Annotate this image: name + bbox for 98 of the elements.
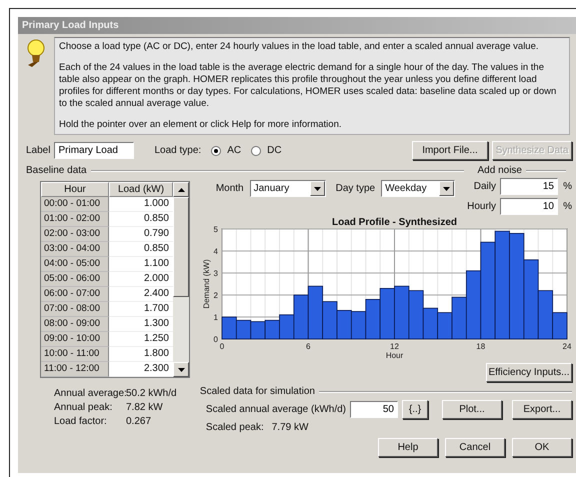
x-tick-label: 18 [476,342,486,351]
down-arrow-icon [314,186,321,190]
hour-cell: 11:00 - 12:00 [41,362,109,377]
hour-cell: 06:00 - 07:00 [41,287,109,302]
x-axis-label: Hour [386,351,403,360]
column-header: Load (kW) [109,182,173,197]
y-tick-label: 4 [213,247,218,256]
info-text: Each of the 24 values in the load table is the average electric demand for a single hour of the day. The values in the table also appear on the graph. HOMER replicates this profile throughout the year unless you define different load profiles for different months or day types. For calculations, HOMER uses scaled data: baseline data scaled up or down to the scaled annual average value. [59,62,558,110]
percent-unit: % [563,181,572,192]
import-button[interactable]: Import File... [412,141,488,160]
chart-bar [336,310,352,340]
stat-value: 7.82 kW [126,402,164,413]
noise-caption: Daily [474,181,496,192]
y-tick-label: 1 [213,313,218,322]
chart-bar [264,320,280,340]
info-text: Choose a load type (AC or DC), enter 24 hourly values in the load table, and enter a scaled annual average value. [59,41,540,53]
radio-button[interactable] [251,146,262,156]
hour-cell: 08:00 - 09:00 [41,317,109,332]
noise-field[interactable]: 15 [500,178,558,195]
scaled-average-caption: Scaled annual average (kWh/d) [206,404,346,415]
stat-value: 50.2 kWh/d [126,388,178,399]
label-field[interactable]: Primary Load [54,142,134,159]
sensitivity-button[interactable]: {..} [402,400,428,419]
chart-bar [236,320,251,340]
chart-title: Load Profile - Synthesized [332,217,457,228]
chart-bar [308,286,323,340]
load-cell[interactable]: 1.250 [109,332,173,347]
scrollbar[interactable] [173,182,189,377]
plot-button[interactable]: Plot... [442,400,502,419]
chart-bar [394,286,410,340]
hour-cell: 07:00 - 08:00 [41,302,109,317]
load-cell[interactable]: 1.300 [109,317,173,332]
load-cell[interactable]: 2.400 [109,287,173,302]
chart-bar [221,316,237,340]
load-cell[interactable]: 0.850 [109,212,173,227]
y-tick-label: 5 [213,225,218,234]
group-title: Scaled data for simulation [200,386,315,397]
down-arrow-icon [443,186,450,190]
radio-label: DC [267,145,282,156]
radio-label: AC [227,145,242,156]
month-dropdown[interactable]: January [250,180,326,197]
scaled-peak-value: 7.79 kW [272,422,308,433]
window-title: Primary Load Inputs [18,17,576,34]
chart-bar [322,301,338,340]
load-cell[interactable]: 1.100 [109,257,173,272]
export-button[interactable]: Export... [512,400,572,419]
cancel-button[interactable]: Cancel [445,438,505,457]
group-title: Baseline data [26,165,87,176]
day-type-dropdown[interactable]: Weekday [381,180,456,197]
hour-cell: 10:00 - 11:00 [41,347,109,362]
hour-cell: 09:00 - 10:00 [41,332,109,347]
hour-cell: 03:00 - 04:00 [41,242,109,257]
info-text: Hold the pointer over an element or click Help for more information. [59,119,342,131]
x-tick-label: 6 [306,342,310,351]
up-arrow-icon [178,188,184,192]
radio-button[interactable] [211,146,222,156]
group-title: Add noise [478,165,522,176]
hour-cell: 02:00 - 03:00 [41,227,109,242]
y-axis-label: Demand (kW) [202,259,211,309]
scaled-average-field[interactable]: 50 [350,401,398,418]
stat-label: Load factor: [54,416,108,427]
y-tick-label: 0 [213,335,218,344]
month-caption: Month [216,183,244,194]
scaled-peak-caption: Scaled peak: [206,422,264,433]
hour-cell: 05:00 - 06:00 [41,272,109,287]
ok-button[interactable]: OK [512,438,572,457]
help-button[interactable]: Help [378,438,438,457]
load-cell[interactable]: 0.850 [109,242,173,257]
x-tick-label: 0 [220,342,224,351]
hour-cell: 00:00 - 01:00 [41,197,109,212]
stat-label: Annual peak: [54,402,114,413]
chart-bar [350,311,366,340]
hour-cell: 04:00 - 05:00 [41,257,109,272]
noise-field[interactable]: 10 [500,198,558,215]
chart-bar [250,321,266,340]
load-cell[interactable]: 0.790 [109,227,173,242]
load-cell[interactable]: 1.000 [109,197,173,212]
load-cell[interactable]: 1.700 [109,302,173,317]
label-caption: Label [26,145,50,156]
load-cell[interactable]: 2.300 [109,362,173,377]
down-arrow-icon [178,368,184,372]
x-tick-label: 12 [390,342,399,351]
y-tick-label: 2 [213,291,218,300]
load-type-caption: Load type: [154,145,202,156]
efficiency-button[interactable]: Efficiency Inputs... [486,363,572,382]
stat-label: Annual average: [54,388,126,399]
x-tick-label: 24 [562,342,572,351]
hour-cell: 01:00 - 02:00 [41,212,109,227]
chart-bar [380,288,395,340]
chart-bar [365,299,380,340]
y-tick-label: 3 [213,269,218,278]
column-header: Hour [41,182,109,197]
load-cell[interactable]: 2.000 [109,272,173,287]
percent-unit: % [563,201,572,212]
noise-caption: Hourly [467,201,496,212]
stat-value: 0.267 [126,416,152,427]
day-type-caption: Day type [336,183,376,194]
load-cell[interactable]: 1.800 [109,347,173,362]
